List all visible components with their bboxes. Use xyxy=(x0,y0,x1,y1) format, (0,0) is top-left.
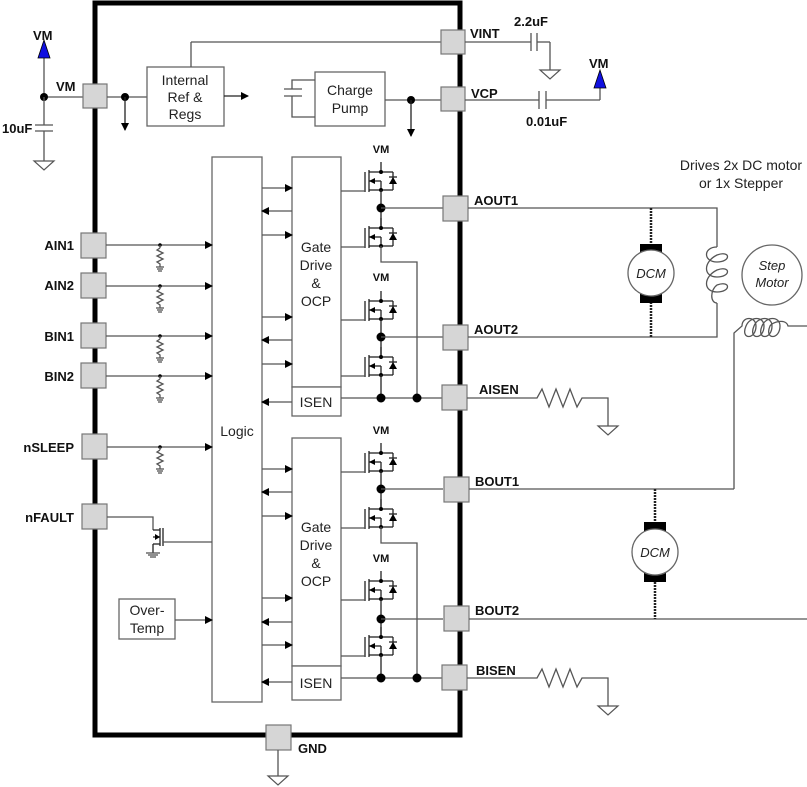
stepper-coil-b xyxy=(469,317,807,490)
svg-text:Over-: Over- xyxy=(130,602,165,618)
svg-text:AIN2: AIN2 xyxy=(44,278,74,293)
mosfet-icon xyxy=(364,161,398,193)
vm-supply-section: VM VM 10uF xyxy=(2,28,147,171)
svg-text:nSLEEP: nSLEEP xyxy=(23,440,74,455)
svg-text:Pump: Pump xyxy=(332,100,369,116)
svg-text:OCP: OCP xyxy=(301,573,331,589)
svg-text:VM: VM xyxy=(373,425,390,437)
svg-text:Charge: Charge xyxy=(327,82,373,98)
svg-text:BISEN: BISEN xyxy=(476,663,516,678)
svg-text:DCM: DCM xyxy=(640,545,670,560)
svg-text:Regs: Regs xyxy=(169,106,202,122)
pin-vint xyxy=(440,29,466,55)
svg-text:AISEN: AISEN xyxy=(479,382,519,397)
load-caption: Drives 2x DC motor or 1x Stepper xyxy=(680,157,802,191)
internal-ref-regs-block: Internal Ref & Regs xyxy=(146,41,443,127)
pin-aout2 xyxy=(442,324,469,351)
svg-text:BIN2: BIN2 xyxy=(44,369,74,384)
svg-text:Drives 2x DC motor: Drives 2x DC motor xyxy=(680,157,802,173)
svg-text:&: & xyxy=(311,555,321,571)
logic-block: Logic xyxy=(211,156,263,703)
pin-gnd xyxy=(265,724,292,751)
svg-text:AOUT1: AOUT1 xyxy=(474,193,518,208)
ground-icon xyxy=(33,160,55,171)
pin-bisen xyxy=(441,664,468,691)
svg-text:Step: Step xyxy=(759,258,786,273)
svg-text:Temp: Temp xyxy=(130,620,164,636)
svg-text:GND: GND xyxy=(298,741,327,756)
pin-bin2 xyxy=(80,362,107,389)
svg-text:&: & xyxy=(311,275,321,291)
svg-text:Internal: Internal xyxy=(162,72,209,88)
vcp-source-label: VM xyxy=(589,56,609,71)
mosfet-icon xyxy=(364,442,398,474)
dc-motor-b: DCM xyxy=(631,489,679,619)
svg-text:nFAULT: nFAULT xyxy=(25,510,74,525)
vm-source-label: VM xyxy=(33,28,53,43)
vm-pin-label: VM xyxy=(56,79,76,94)
svg-text:ISEN: ISEN xyxy=(300,394,333,410)
svg-text:Gate: Gate xyxy=(301,239,332,255)
svg-text:Ref &: Ref & xyxy=(167,89,203,105)
gate-drive-b-block: Gate Drive & OCP ISEN xyxy=(261,437,342,701)
svg-text:VM: VM xyxy=(373,553,390,565)
mosfet-icon xyxy=(364,626,398,658)
stepper-coil-a xyxy=(705,246,729,304)
pin-bin1 xyxy=(80,322,107,349)
diagram-canvas: VM VM 10uF Internal Ref & Regs VINT 2.2u… xyxy=(2,0,807,786)
svg-text:AOUT2: AOUT2 xyxy=(474,322,518,337)
svg-text:Drive: Drive xyxy=(300,537,333,553)
svg-text:Logic: Logic xyxy=(220,423,253,439)
stepper-motor: Step Motor xyxy=(741,244,803,306)
ground-icon xyxy=(597,705,619,716)
vm-cap-label: 10uF xyxy=(2,121,32,136)
vcp-cap-label: 0.01uF xyxy=(526,114,567,129)
pin-ain2 xyxy=(80,272,107,299)
vint-label: VINT xyxy=(470,26,500,41)
pin-nfault xyxy=(81,503,108,530)
svg-text:VM: VM xyxy=(373,144,390,156)
svg-text:DCM: DCM xyxy=(636,266,666,281)
block-diagram: VM VM 10uF Internal Ref & Regs VINT 2.2u… xyxy=(0,0,807,787)
svg-text:Gate: Gate xyxy=(301,519,332,535)
h-bridge-b: VM VM xyxy=(341,425,443,683)
pin-nsleep xyxy=(81,433,108,460)
vcp-section: VCP VM 0.01uF xyxy=(440,56,609,129)
pin-ain1 xyxy=(80,232,107,259)
over-temp-block: Over- Temp xyxy=(118,598,213,640)
input-pins: AIN1 AIN2 BIN1 BIN2 nSLEEP nFAULT xyxy=(23,232,213,558)
vint-cap-label: 2.2uF xyxy=(514,14,548,29)
vm-arrow-icon xyxy=(593,68,607,89)
mosfet-icon xyxy=(364,498,398,530)
svg-text:BIN1: BIN1 xyxy=(44,329,74,344)
ground-icon xyxy=(597,425,619,436)
gate-drive-a-block: Gate Drive & OCP ISEN xyxy=(261,156,342,417)
mosfet-icon xyxy=(364,346,398,378)
mosfet-icon xyxy=(364,570,398,602)
ground-icon xyxy=(539,69,561,80)
svg-text:BOUT2: BOUT2 xyxy=(475,603,519,618)
mosfet-icon xyxy=(364,217,398,249)
svg-text:ISEN: ISEN xyxy=(300,675,333,691)
pin-vcp xyxy=(440,86,466,112)
svg-text:OCP: OCP xyxy=(301,293,331,309)
svg-text:VM: VM xyxy=(373,272,390,284)
vcp-label: VCP xyxy=(471,86,498,101)
svg-text:Motor: Motor xyxy=(755,275,789,290)
mosfet-icon xyxy=(364,290,398,322)
charge-pump-block: Charge Pump xyxy=(284,71,443,137)
pin-aisen xyxy=(441,384,468,411)
pin-aout1 xyxy=(442,195,469,222)
svg-text:Drive: Drive xyxy=(300,257,333,273)
svg-text:AIN1: AIN1 xyxy=(44,238,74,253)
dc-motor-a: DCM xyxy=(627,208,675,337)
ground-icon xyxy=(267,775,289,786)
h-bridge-a: VM VM xyxy=(341,144,443,403)
pin-bout1 xyxy=(443,476,470,503)
svg-text:or 1x Stepper: or 1x Stepper xyxy=(699,175,783,191)
svg-text:BOUT1: BOUT1 xyxy=(475,474,519,489)
open-drain-fet-icon xyxy=(146,528,212,558)
pin-bout2 xyxy=(443,605,470,632)
pin-vm xyxy=(82,83,108,109)
